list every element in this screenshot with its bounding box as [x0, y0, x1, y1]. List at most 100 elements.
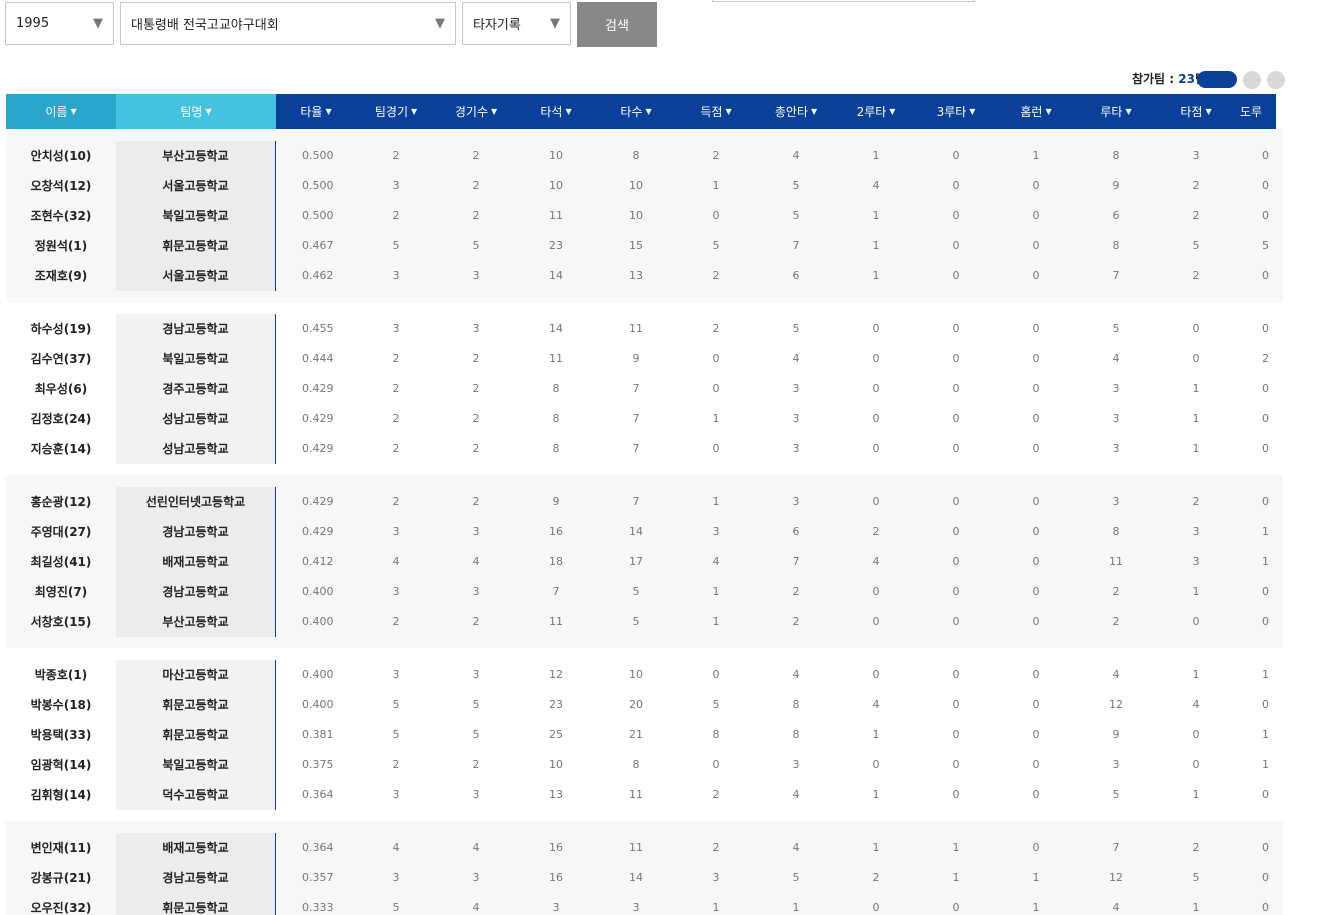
table-cell: 10: [549, 149, 563, 162]
col-header-doubles[interactable]: 2루타 ▼: [836, 94, 916, 129]
table-cell: 2: [1192, 179, 1200, 192]
table-row[interactable]: 서창호(15) 부산고등학교 0.400 2 2 11 5 1 2 0 0 0 2 0 0: [6, 607, 1283, 637]
table-row[interactable]: 변인재(11) 배재고등학교 0.364 4 4 16 11 2 4 1 1 0 7 2 0: [6, 833, 1283, 863]
table-row[interactable]: 김수연(37) 북일고등학교 0.444 2 2 11 9 0 4 0 0 0 4 0 2: [6, 344, 1283, 374]
table-row[interactable]: 강봉규(21) 경남고등학교 0.357 3 3 16 14 3 5 2 1 1 12 5 0: [6, 863, 1283, 893]
tournament-select[interactable]: 대통령배 전국고교야구대회 ▼: [120, 2, 456, 45]
table-cell: 3: [392, 525, 400, 538]
table-row[interactable]: 김정호(24) 성남고등학교 0.429 2 2 8 7 1 3 0 0 0 3 1 0: [6, 404, 1283, 434]
table-cell: 0: [952, 615, 960, 628]
year-select[interactable]: 1995 ▼: [5, 2, 114, 45]
player-name-cell[interactable]: 박종호(1): [6, 660, 116, 690]
player-name-cell[interactable]: 홍순광(12): [6, 487, 116, 517]
record-type-select[interactable]: 타자기록 ▼: [462, 2, 571, 45]
table-cell: 1: [1262, 758, 1269, 771]
table-row[interactable]: 홍순광(12) 선린인터넷고등학교 0.429 2 2 9 7 1 3 0 0 0 3 2 0: [6, 487, 1283, 517]
table-row[interactable]: 박종호(1) 마산고등학교 0.400 3 3 12 10 0 4 0 0 0 4 1 1: [6, 660, 1283, 690]
table-row[interactable]: 주영대(27) 경남고등학교 0.429 3 3 16 14 3 6 2 0 0 8 3 1: [6, 517, 1283, 547]
player-name-cell[interactable]: 정원석(1): [6, 231, 116, 261]
table-cell: 3: [792, 758, 800, 771]
table-cell: 0: [1032, 209, 1040, 222]
table-row[interactable]: 최우성(6) 경주고등학교 0.429 2 2 8 7 0 3 0 0 0 3 1 0: [6, 374, 1283, 404]
table-row[interactable]: 오우진(32) 휘문고등학교 0.333 5 4 3 3 1 1 0 0 1 4 1 0: [6, 893, 1283, 915]
table-cell: 1: [1032, 149, 1040, 162]
player-name-cell[interactable]: 변인재(11): [6, 833, 116, 863]
table-row[interactable]: 오창석(12) 서울고등학교 0.500 3 2 10 10 1 5 4 0 0 9 2 0: [6, 171, 1283, 201]
table-cell: 0: [952, 322, 960, 335]
col-header-tb[interactable]: 루타 ▼: [1076, 94, 1156, 129]
table-row[interactable]: 박봉수(18) 휘문고등학교 0.400 5 5 23 20 5 8 4 0 0 12 4 0: [6, 690, 1283, 720]
player-name-cell[interactable]: 김정호(24): [6, 404, 116, 434]
table-cell: 2: [792, 615, 800, 628]
table-row[interactable]: 지승훈(14) 성남고등학교 0.429 2 2 8 7 0 3 0 0 0 3 1 0: [6, 434, 1283, 464]
player-name-cell[interactable]: 최영진(7): [6, 577, 116, 607]
table-cell: 0.467: [302, 239, 334, 252]
player-name-cell[interactable]: 지승훈(14): [6, 434, 116, 464]
player-name-cell[interactable]: 하수성(19): [6, 314, 116, 344]
col-header-games[interactable]: 경기수 ▼: [436, 94, 516, 129]
view-toggle[interactable]: [1197, 71, 1237, 88]
player-name-cell[interactable]: 강봉규(21): [6, 863, 116, 893]
col-header-pa[interactable]: 타석 ▼: [516, 94, 596, 129]
page-dot[interactable]: [1243, 71, 1261, 89]
team-name-cell: 경남고등학교: [116, 863, 276, 893]
table-cell: 0: [712, 352, 720, 365]
col-header-triples[interactable]: 3루타 ▼: [916, 94, 996, 129]
table-cell: 0: [1262, 585, 1269, 598]
col-header-ab[interactable]: 타수 ▼: [596, 94, 676, 129]
sort-arrow-icon: ▼: [889, 107, 896, 116]
team-name-cell: 부산고등학교: [116, 141, 276, 171]
player-name-cell[interactable]: 박봉수(18): [6, 690, 116, 720]
col-header-team[interactable]: 팀명 ▼: [116, 94, 276, 129]
player-name-cell[interactable]: 오우진(32): [6, 893, 116, 915]
col-header-runs[interactable]: 득점 ▼: [676, 94, 756, 129]
player-name-cell[interactable]: 최우성(6): [6, 374, 116, 404]
col-header-hr[interactable]: 홈런 ▼: [996, 94, 1076, 129]
col-header-avg[interactable]: 타율 ▼: [276, 94, 356, 129]
table-cell: 8: [552, 412, 560, 425]
table-cell: 8: [792, 698, 800, 711]
player-name-cell[interactable]: 최길성(41): [6, 547, 116, 577]
sort-arrow-icon: ▼: [969, 107, 976, 116]
table-cell: 2: [712, 841, 720, 854]
table-cell: 1: [1262, 728, 1269, 741]
table-row[interactable]: 최길성(41) 배재고등학교 0.412 4 4 18 17 4 7 4 0 0 11 3 1: [6, 547, 1283, 577]
col-header-team-games[interactable]: 팀경기 ▼: [356, 94, 436, 129]
table-cell: 0.400: [302, 668, 334, 681]
row-group: 안치성(10) 부산고등학교 0.500 2 2 10 8 2 4 1 0 1 8 3 0 오창석(12) 서울…: [6, 129, 1283, 302]
search-button[interactable]: 검색: [577, 2, 657, 47]
table-row[interactable]: 정원석(1) 휘문고등학교 0.467 5 5 23 15 5 7 1 0 0 8 5 5: [6, 231, 1283, 261]
player-name-cell[interactable]: 임광혁(14): [6, 750, 116, 780]
player-name-cell[interactable]: 조재호(9): [6, 261, 116, 291]
player-name-cell[interactable]: 조현수(32): [6, 201, 116, 231]
col-header-rbi[interactable]: 타점 ▼: [1156, 94, 1236, 129]
team-name-cell: 배재고등학교: [116, 547, 276, 577]
table-cell: 0: [1262, 149, 1269, 162]
table-row[interactable]: 김휘형(14) 덕수고등학교 0.364 3 3 13 11 2 4 1 0 0 5 1 0: [6, 780, 1283, 810]
table-cell: 0: [1032, 412, 1040, 425]
table-row[interactable]: 안치성(10) 부산고등학교 0.500 2 2 10 8 2 4 1 0 1 8 3 0: [6, 141, 1283, 171]
table-cell: 9: [552, 495, 560, 508]
table-cell: 8: [552, 382, 560, 395]
player-name-cell[interactable]: 김수연(37): [6, 344, 116, 374]
col-header-hits[interactable]: 총안타 ▼: [756, 94, 836, 129]
table-cell: 5: [472, 728, 480, 741]
table-row[interactable]: 조현수(32) 북일고등학교 0.500 2 2 11 10 0 5 1 0 0 6 2 0: [6, 201, 1283, 231]
table-row[interactable]: 최영진(7) 경남고등학교 0.400 3 3 7 5 1 2 0 0 0 2 1 0: [6, 577, 1283, 607]
player-name-cell[interactable]: 박용택(33): [6, 720, 116, 750]
sort-arrow-icon: ▼: [1045, 107, 1052, 116]
table-row[interactable]: 박용택(33) 휘문고등학교 0.381 5 5 25 21 8 8 1 0 0 9 0 1: [6, 720, 1283, 750]
col-header-name[interactable]: 이름 ▼: [6, 94, 116, 129]
table-row[interactable]: 조재호(9) 서울고등학교 0.462 3 3 14 13 2 6 1 0 0 7 2 0: [6, 261, 1283, 291]
page-dot[interactable]: [1267, 71, 1285, 89]
table-row[interactable]: 하수성(19) 경남고등학교 0.455 3 3 14 11 2 5 0 0 0 5 0 0: [6, 314, 1283, 344]
player-name-cell[interactable]: 김휘형(14): [6, 780, 116, 810]
player-name-cell[interactable]: 주영대(27): [6, 517, 116, 547]
player-name-cell[interactable]: 서창호(15): [6, 607, 116, 637]
table-row[interactable]: 임광혁(14) 북일고등학교 0.375 2 2 10 8 0 3 0 0 0 3 0 1: [6, 750, 1283, 780]
player-name-cell[interactable]: 오창석(12): [6, 171, 116, 201]
col-header-sb[interactable]: 도루: [1236, 94, 1276, 129]
table-cell: 8: [792, 728, 800, 741]
player-name-cell[interactable]: 안치성(10): [6, 141, 116, 171]
table-cell: 0.444: [302, 352, 334, 365]
